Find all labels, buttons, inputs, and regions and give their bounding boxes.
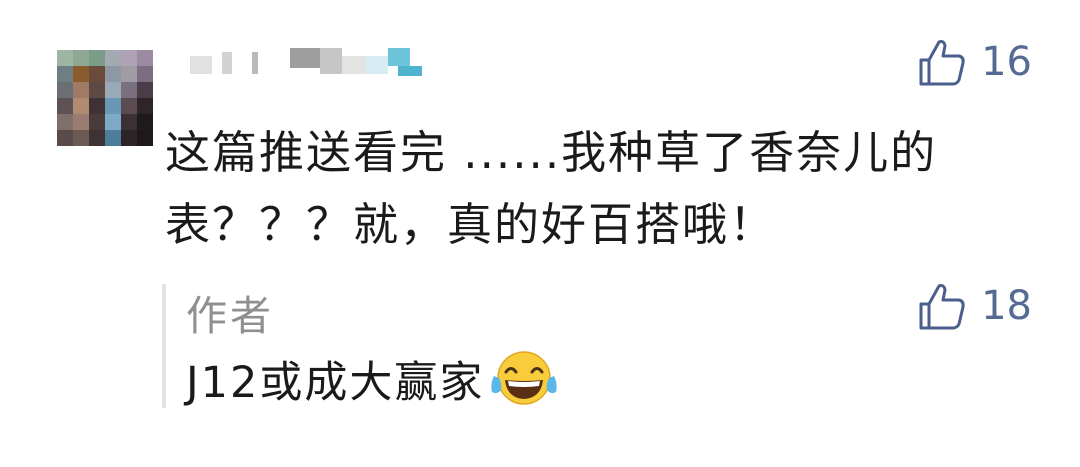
comment-like-count: 16 bbox=[981, 39, 1032, 85]
avatar-pixel bbox=[137, 98, 153, 114]
avatar-pixel bbox=[57, 82, 73, 98]
avatar-pixel bbox=[57, 66, 73, 82]
reply-like-count: 18 bbox=[981, 283, 1032, 329]
avatar-pixel bbox=[105, 66, 121, 82]
thumbs-up-icon bbox=[919, 284, 965, 330]
reply-like-button[interactable]: 18 bbox=[915, 278, 1032, 334]
avatar-pixel bbox=[121, 98, 137, 114]
avatar-pixel bbox=[73, 130, 89, 146]
author-reply: 作者 J12或成大赢家 bbox=[162, 284, 946, 408]
avatar-pixel bbox=[73, 66, 89, 82]
avatar-pixel bbox=[57, 50, 73, 66]
avatar-pixel bbox=[89, 66, 105, 82]
avatar-pixel bbox=[105, 98, 121, 114]
comment-like-button[interactable]: 16 bbox=[915, 34, 1032, 90]
avatar-pixel bbox=[73, 114, 89, 130]
avatar-pixel bbox=[89, 114, 105, 130]
thumbs-up-icon bbox=[919, 40, 965, 86]
avatar-pixel bbox=[137, 50, 153, 66]
avatar-pixel bbox=[105, 130, 121, 146]
avatar-pixel bbox=[121, 82, 137, 98]
avatar-pixel bbox=[73, 98, 89, 114]
avatar-pixel bbox=[89, 82, 105, 98]
reply-author-label: 作者 bbox=[186, 292, 274, 340]
reply-text: J12或成大赢家 bbox=[186, 358, 485, 408]
avatar-pixel bbox=[121, 50, 137, 66]
avatar-pixel bbox=[137, 66, 153, 82]
avatar-pixel bbox=[89, 130, 105, 146]
avatar-pixel bbox=[57, 114, 73, 130]
nickname-blurred bbox=[190, 48, 430, 76]
avatar-pixel bbox=[73, 50, 89, 66]
avatar-pixel bbox=[137, 114, 153, 130]
avatar-pixel bbox=[105, 50, 121, 66]
avatar-pixel bbox=[73, 82, 89, 98]
avatar-pixel bbox=[89, 98, 105, 114]
avatar-pixel bbox=[121, 114, 137, 130]
avatar-pixel bbox=[105, 114, 121, 130]
avatar-pixel bbox=[137, 82, 153, 98]
avatar-pixel bbox=[89, 50, 105, 66]
avatar-pixel bbox=[105, 82, 121, 98]
face-with-tears-of-joy-icon bbox=[491, 351, 558, 405]
avatar-pixel bbox=[137, 130, 153, 146]
avatar-pixel bbox=[57, 98, 73, 114]
avatar[interactable] bbox=[57, 50, 153, 146]
avatar-pixel bbox=[121, 130, 137, 146]
reply-text-row: J12或成大赢家 bbox=[186, 348, 560, 410]
avatar-pixel bbox=[57, 130, 73, 146]
avatar-pixel bbox=[121, 66, 137, 82]
comment-text: 这篇推送看完 ......我种草了香奈儿的表？？？就，真的好百搭哦！ bbox=[165, 126, 938, 251]
